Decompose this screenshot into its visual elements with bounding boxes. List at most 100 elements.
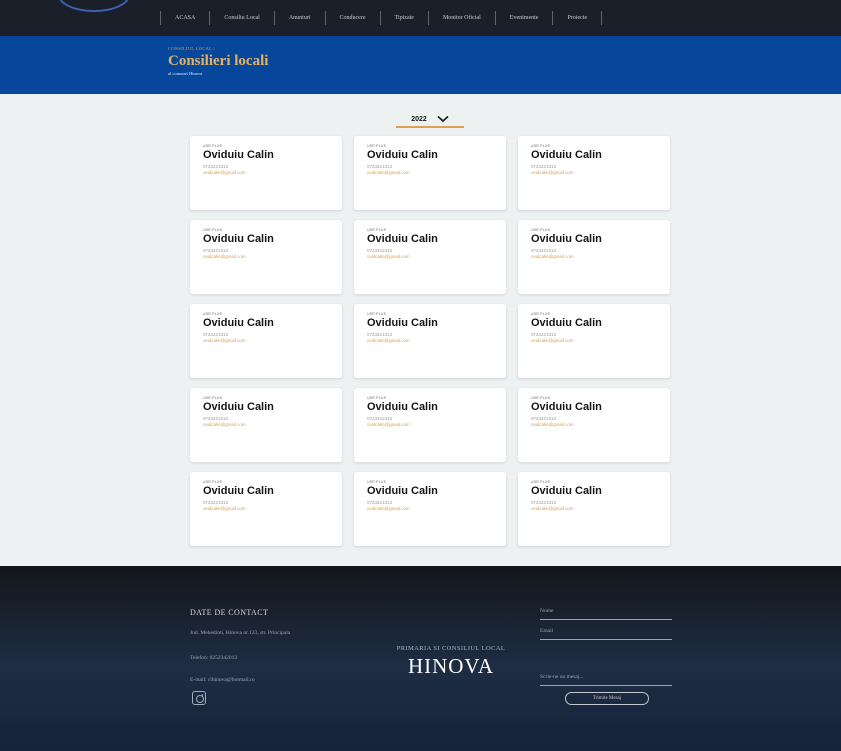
councillor-email[interactable]: ovidcalin@gmail.com	[367, 422, 506, 427]
councillor-email[interactable]: ovidcalin@gmail.com	[531, 338, 670, 343]
party-label: USR PLUS	[367, 228, 387, 232]
email-field[interactable]: Email	[540, 628, 672, 640]
contact-email[interactable]: E-mail: clhinova@hotmail.ro	[190, 677, 255, 683]
nav-item-consiliu-local[interactable]: Consiliu Local	[210, 11, 275, 25]
councillor-phone: 0723421313	[367, 416, 393, 421]
councillor-phone: 0723421313	[531, 248, 557, 253]
councillor-email[interactable]: ovidcalin@gmail.com	[367, 506, 506, 511]
councillor-name: Oviduiu Calin	[203, 233, 274, 245]
councillor-name: Oviduiu Calin	[367, 317, 438, 329]
councillor-card[interactable]: USR PLUS Oviduiu Calin 0723421313 ovidca…	[190, 304, 342, 378]
councillor-phone: 0723421313	[203, 332, 229, 337]
councillor-phone: 0723421313	[531, 164, 557, 169]
footer-brand-subtitle: PRIMARIA SI CONSILIUL LOCAL	[396, 645, 506, 652]
councillor-phone: 0723421313	[367, 500, 393, 505]
footer-brand-title: HINOVA	[407, 654, 495, 678]
councillor-email[interactable]: ovidcalin@gmail.com	[531, 506, 670, 511]
party-label: USR PLUS	[367, 480, 387, 484]
site-footer: DATE DE CONTACT Jud. Mehedinti, Hinova n…	[0, 566, 841, 751]
contact-address: Jud. Mehedinti, Hinova nr.123, str. Prin…	[190, 630, 291, 636]
party-label: USR PLUS	[203, 312, 223, 316]
councillor-card[interactable]: USR PLUS Oviduiu Calin 0723421313 ovidca…	[354, 220, 506, 294]
page-hero: CONSILIUL LOCAL / Consilieri locali al c…	[0, 36, 841, 94]
send-message-button[interactable]: Trimite Mesaj	[565, 692, 649, 705]
councillor-phone: 0723421313	[203, 248, 229, 253]
councillor-email[interactable]: ovidcalin@gmail.com	[531, 254, 670, 259]
party-label: USR PLUS	[531, 228, 551, 232]
councillor-name: Oviduiu Calin	[203, 401, 274, 413]
instagram-icon[interactable]	[192, 691, 206, 705]
party-label: USR PLUS	[367, 396, 387, 400]
nav-item-monitor-oficial[interactable]: Monitor Oficial	[429, 11, 496, 25]
councillor-email[interactable]: ovidcalin@gmail.com	[203, 338, 342, 343]
councillor-card[interactable]: USR PLUS Oviduiu Calin 0723421313 ovidca…	[190, 220, 342, 294]
party-label: USR PLUS	[203, 228, 223, 232]
councillor-email[interactable]: ovidcalin@gmail.com	[367, 254, 506, 259]
councillor-name: Oviduiu Calin	[531, 401, 602, 413]
councillor-email[interactable]: ovidcalin@gmail.com	[367, 338, 506, 343]
nav-item-conducere[interactable]: Conducere	[326, 11, 381, 25]
message-field[interactable]: Scrie-ne un mesaj...	[540, 674, 672, 686]
councillor-email[interactable]: ovidcalin@gmail.com	[367, 170, 506, 175]
party-label: USR PLUS	[203, 480, 223, 484]
councillor-phone: 0723421313	[531, 332, 557, 337]
party-label: USR PLUS	[531, 480, 551, 484]
councillor-card[interactable]: USR PLUS Oviduiu Calin 0723421313 ovidca…	[190, 472, 342, 546]
nav-item-acasa[interactable]: ACASA	[160, 11, 211, 25]
councillor-name: Oviduiu Calin	[531, 485, 602, 497]
party-label: USR PLUS	[203, 396, 223, 400]
party-label: USR PLUS	[531, 312, 551, 316]
nav-item-proiecte[interactable]: Proiecte	[553, 11, 603, 25]
page-subtitle: al comunei Hinova	[168, 71, 203, 76]
party-label: USR PLUS	[531, 144, 551, 148]
councillor-phone: 0723421313	[367, 332, 393, 337]
top-navigation: ACASA Consiliu Local Anunturi Conducere …	[0, 0, 841, 36]
party-label: USR PLUS	[531, 396, 551, 400]
councillor-name: Oviduiu Calin	[531, 317, 602, 329]
councillor-name: Oviduiu Calin	[203, 317, 274, 329]
councillor-card[interactable]: USR PLUS Oviduiu Calin 0723421313 ovidca…	[518, 220, 670, 294]
councillor-phone: 0723421313	[203, 500, 229, 505]
chevron-down-icon	[437, 115, 449, 123]
councillor-card[interactable]: USR PLUS Oviduiu Calin 0723421313 ovidca…	[190, 388, 342, 462]
councillor-name: Oviduiu Calin	[367, 149, 438, 161]
nav-item-anunturi[interactable]: Anunturi	[275, 11, 326, 25]
councillor-card[interactable]: USR PLUS Oviduiu Calin 0723421313 ovidca…	[518, 304, 670, 378]
year-dropdown[interactable]: 2022	[396, 112, 464, 128]
councillor-card[interactable]: USR PLUS Oviduiu Calin 0723421313 ovidca…	[354, 388, 506, 462]
councillor-name: Oviduiu Calin	[367, 233, 438, 245]
main-content: 2022 USR PLUS Oviduiu Calin 0723421313 o…	[0, 94, 841, 566]
party-label: USR PLUS	[203, 144, 223, 148]
councillor-name: Oviduiu Calin	[531, 149, 602, 161]
councillor-name: Oviduiu Calin	[531, 233, 602, 245]
councillor-email[interactable]: ovidcalin@gmail.com	[531, 422, 670, 427]
councillor-phone: 0723421313	[531, 500, 557, 505]
name-field[interactable]: Nume	[540, 608, 672, 620]
councillor-name: Oviduiu Calin	[367, 401, 438, 413]
councillor-phone: 0723421313	[531, 416, 557, 421]
contact-heading: DATE DE CONTACT	[190, 608, 269, 617]
councillor-phone: 0723421313	[203, 416, 229, 421]
councillor-card[interactable]: USR PLUS Oviduiu Calin 0723421313 ovidca…	[354, 304, 506, 378]
councillor-email[interactable]: ovidcalin@gmail.com	[531, 170, 670, 175]
councillor-card[interactable]: USR PLUS Oviduiu Calin 0723421313 ovidca…	[354, 472, 506, 546]
councillor-email[interactable]: ovidcalin@gmail.com	[203, 170, 342, 175]
nav-item-tipizate[interactable]: Tipizate	[381, 11, 429, 25]
party-label: USR PLUS	[367, 144, 387, 148]
councillor-card[interactable]: USR PLUS Oviduiu Calin 0723421313 ovidca…	[518, 472, 670, 546]
councillor-email[interactable]: ovidcalin@gmail.com	[203, 506, 342, 511]
page-title: Consilieri locali	[168, 53, 269, 69]
councillor-card[interactable]: USR PLUS Oviduiu Calin 0723421313 ovidca…	[354, 136, 506, 210]
nav-item-evenimente[interactable]: Evenimente	[496, 11, 554, 25]
councillor-card[interactable]: USR PLUS Oviduiu Calin 0723421313 ovidca…	[518, 136, 670, 210]
breadcrumb: CONSILIUL LOCAL /	[168, 46, 216, 51]
councillor-phone: 0723421313	[203, 164, 229, 169]
councillor-phone: 0723421313	[367, 248, 393, 253]
councillor-email[interactable]: ovidcalin@gmail.com	[203, 422, 342, 427]
councillor-email[interactable]: ovidcalin@gmail.com	[203, 254, 342, 259]
year-value: 2022	[411, 115, 427, 123]
councillor-card[interactable]: USR PLUS Oviduiu Calin 0723421313 ovidca…	[518, 388, 670, 462]
councillor-card[interactable]: USR PLUS Oviduiu Calin 0723421313 ovidca…	[190, 136, 342, 210]
party-label: USR PLUS	[367, 312, 387, 316]
councillor-name: Oviduiu Calin	[203, 149, 274, 161]
